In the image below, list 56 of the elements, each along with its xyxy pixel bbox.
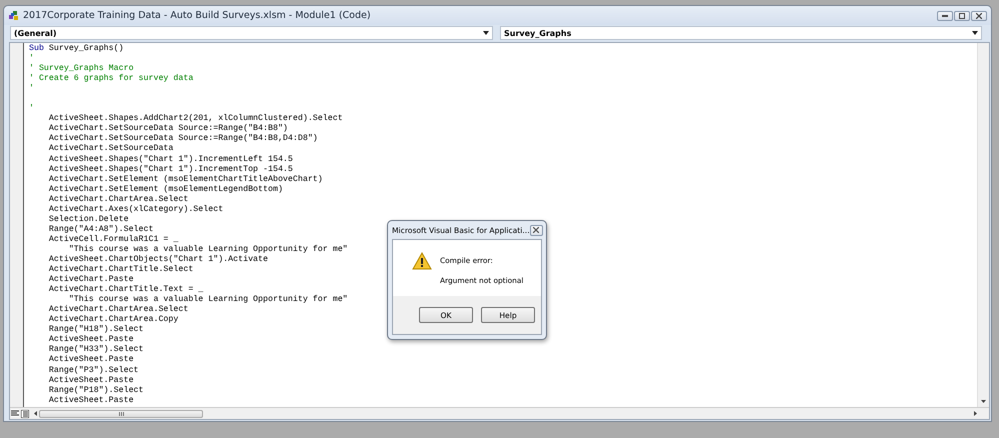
code-line: ActiveChart.ChartArea.Select — [48, 194, 188, 205]
object-dropdown[interactable]: (General) — [10, 26, 493, 40]
code-line: "This course was a valuable Learning Opportunity for me" — [68, 244, 348, 255]
code-line: ActiveSheet.Paste — [48, 335, 134, 345]
dropdown-arrow-icon[interactable] — [483, 31, 489, 35]
code-line: ActiveChart.Axes(xlCategory).Select — [48, 204, 224, 215]
code-line: ' — [29, 84, 34, 94]
code-line: ActiveChart.ChartArea.Select — [48, 305, 188, 315]
scroll-down-icon[interactable] — [981, 400, 986, 403]
code-line: ActiveSheet.Shapes("Chart 1").IncrementLeft 154.5 — [48, 154, 293, 165]
dropdown-arrow-icon[interactable] — [972, 31, 978, 35]
code-line: ActiveSheet.Shapes.AddChart2(201, xlColumnClustered).Select — [48, 114, 343, 124]
close-icon — [976, 12, 982, 18]
warning-icon — [412, 252, 432, 270]
code-line: ActiveChart.ChartArea.Copy — [48, 315, 178, 325]
code-line: ActiveChart.SetSourceData Source:=Range("B4:B8") — [48, 124, 288, 134]
code-line: ActiveChart.ChartTitle.Select — [48, 265, 194, 275]
close-button[interactable] — [530, 224, 543, 236]
code-line: Range("H33").Select — [48, 345, 144, 355]
code-line: ActiveChart.SetSourceData — [48, 144, 174, 155]
code-line: ' — [29, 104, 34, 114]
restore-button[interactable] — [954, 10, 970, 20]
code-line: ActiveChart.SetSourceData Source:=Range("B4:B8,D4:D8") — [48, 134, 318, 144]
code-line: ActiveSheet.Paste — [48, 355, 134, 366]
scroll-left-icon[interactable] — [34, 411, 37, 416]
code-line: ActiveSheet.ChartObjects("Chart 1").Activate — [48, 254, 268, 265]
code-line: Range("P18").Select — [48, 386, 144, 396]
code-line: Sub Survey_Graphs() — [29, 44, 124, 54]
code-line: ' — [29, 54, 34, 64]
code-line: ' Survey_Graphs Macro — [29, 64, 134, 74]
close-button[interactable] — [971, 10, 987, 20]
procedure-view-button[interactable] — [10, 408, 20, 418]
close-icon — [533, 227, 540, 233]
procedure-dropdown[interactable]: Survey_Graphs — [500, 26, 982, 40]
code-line: ActiveChart.SetElement (msoElementLegendBottom) — [48, 184, 283, 195]
restore-icon — [959, 12, 965, 18]
code-line: Selection.Delete — [48, 214, 129, 225]
code-line: ActiveChart.Paste — [48, 275, 134, 285]
code-line: Range("P3").Select — [48, 366, 139, 376]
code-line: ActiveSheet.Shapes("Chart 1").IncrementTop -154.5 — [48, 164, 293, 175]
scrollbar-thumb[interactable] — [39, 410, 203, 418]
code-line: ActiveChart.ChartTitle.Text = _ — [48, 285, 204, 295]
minimize-icon — [942, 14, 948, 17]
code-line: Range("A4:A8").Select — [48, 224, 154, 235]
window-title: 2017Corporate Training Data - Auto Build Surveys.xlsm - Module1 (Code) — [23, 10, 372, 21]
module-view-button[interactable] — [20, 408, 30, 418]
code-line: ActiveSheet.Paste — [48, 376, 134, 386]
code-line: ActiveSheet.Paste — [48, 396, 134, 406]
vba-app-icon — [8, 10, 20, 22]
code-line: "This course was a valuable Learning Opportunity for me" — [68, 295, 348, 305]
scroll-right-icon[interactable] — [974, 411, 977, 416]
code-line: ActiveCell.FormulaR1C1 = _ — [48, 234, 178, 245]
code-line: ' Create 6 graphs for survey data — [29, 74, 194, 84]
minimize-button[interactable] — [937, 10, 953, 20]
code-line: Range("H18").Select — [48, 325, 144, 335]
code-line: ActiveChart.SetElement (msoElementChartTitleAboveChart) — [48, 174, 323, 185]
